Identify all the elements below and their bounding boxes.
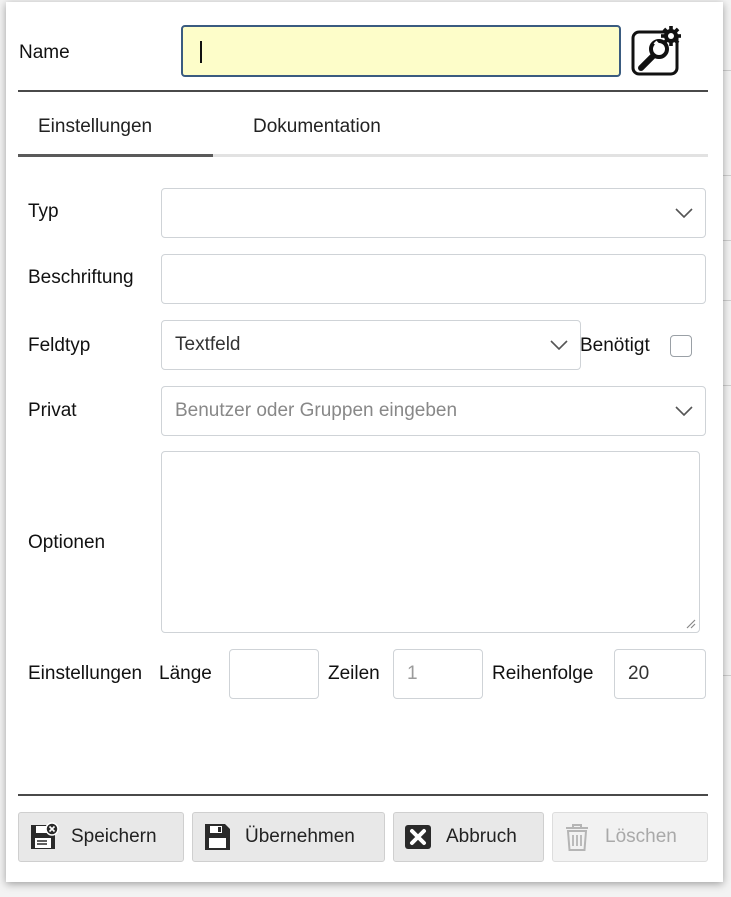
privat-label: Privat xyxy=(28,400,77,421)
optionen-label: Optionen xyxy=(28,532,106,553)
beschriftung-input[interactable] xyxy=(161,254,706,304)
reihenfolge-input[interactable]: 20 xyxy=(614,649,706,699)
field-settings-dialog: Name Einstellungen Dokumentation Typ Bes… xyxy=(6,2,723,882)
typ-select[interactable] xyxy=(161,188,706,238)
resize-handle-icon[interactable] xyxy=(684,617,696,629)
feldtyp-select[interactable]: Textfeld xyxy=(161,320,581,370)
zeilen-label: Zeilen xyxy=(328,663,380,684)
text-cursor xyxy=(200,41,202,63)
cancel-x-icon xyxy=(405,825,431,849)
chevron-down-icon xyxy=(675,208,693,218)
save-icon xyxy=(31,822,59,849)
header-divider xyxy=(18,90,708,92)
beschriftung-label: Beschriftung xyxy=(28,267,134,288)
uebernehmen-button[interactable]: Übernehmen xyxy=(192,812,385,862)
abbruch-label: Abbruch xyxy=(446,826,517,847)
chevron-down-icon xyxy=(550,340,568,350)
privat-select[interactable]: Benutzer oder Gruppen eingeben xyxy=(161,386,706,436)
name-label: Name xyxy=(19,42,70,63)
laenge-label: Länge xyxy=(159,663,212,684)
benoetigt-label: Benötigt xyxy=(580,335,650,356)
loeschen-label: Löschen xyxy=(605,826,677,847)
benoetigt-checkbox[interactable] xyxy=(670,335,692,357)
tab-bar: Einstellungen Dokumentation xyxy=(18,102,708,158)
zeilen-input[interactable]: 1 xyxy=(393,649,483,699)
footer-divider xyxy=(18,794,708,796)
privat-placeholder: Benutzer oder Gruppen eingeben xyxy=(175,400,458,421)
tab-einstellungen[interactable]: Einstellungen xyxy=(38,116,152,138)
abbruch-button[interactable]: Abbruch xyxy=(393,812,544,862)
uebernehmen-label: Übernehmen xyxy=(245,826,355,847)
tab-dokumentation[interactable]: Dokumentation xyxy=(253,116,381,138)
trash-icon xyxy=(566,824,588,851)
optionen-textarea[interactable] xyxy=(161,451,700,633)
speichern-label: Speichern xyxy=(71,826,157,847)
name-input[interactable] xyxy=(181,25,621,77)
feldtyp-value: Textfeld xyxy=(175,334,241,355)
feldtyp-label: Feldtyp xyxy=(28,335,91,356)
chevron-down-icon xyxy=(675,406,693,416)
wrench-gear-icon[interactable] xyxy=(627,24,683,78)
tab-underline xyxy=(18,154,708,157)
reihenfolge-label: Reihenfolge xyxy=(492,663,594,684)
typ-label: Typ xyxy=(28,201,59,222)
active-tab-indicator xyxy=(18,154,213,157)
floppy-icon xyxy=(205,824,230,850)
speichern-button[interactable]: Speichern xyxy=(18,812,184,862)
laenge-input[interactable] xyxy=(229,649,319,699)
loeschen-button[interactable]: Löschen xyxy=(552,812,708,862)
einstellungen-label: Einstellungen xyxy=(28,663,143,684)
